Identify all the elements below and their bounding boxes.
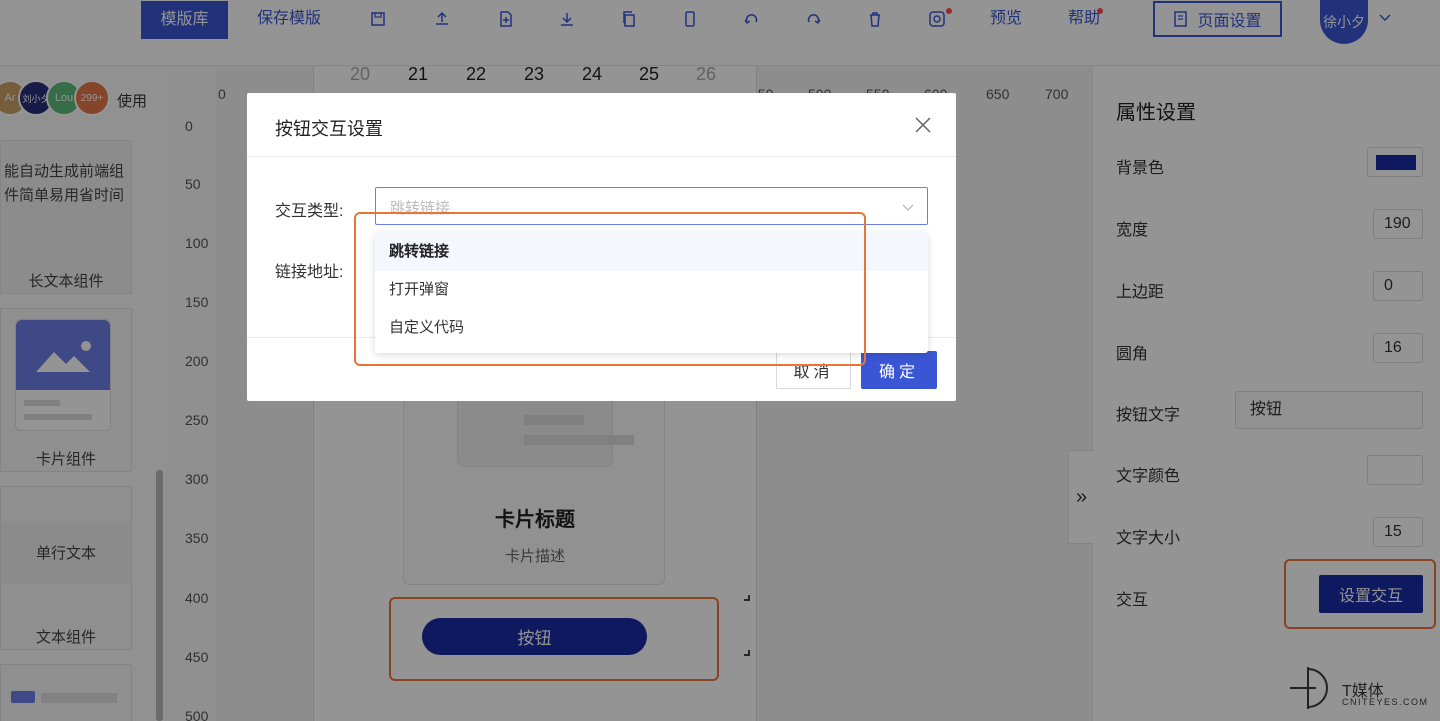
close-icon[interactable] [914, 116, 932, 134]
modal-title: 按钮交互设置 [275, 119, 383, 139]
interaction-type-label: 交互类型: [275, 203, 344, 220]
dropdown-highlight [354, 212, 866, 366]
link-url-label: 链接地址: [275, 264, 344, 281]
watermark-logo: T媒体 CNITEYES.COM [1288, 663, 1438, 715]
modal-header: 按钮交互设置 [247, 93, 956, 157]
watermark-icon [1290, 667, 1328, 709]
confirm-button[interactable]: 确定 [861, 351, 937, 389]
watermark-url: CNITEYES.COM [1342, 697, 1429, 707]
chevron-down-icon [902, 204, 914, 211]
